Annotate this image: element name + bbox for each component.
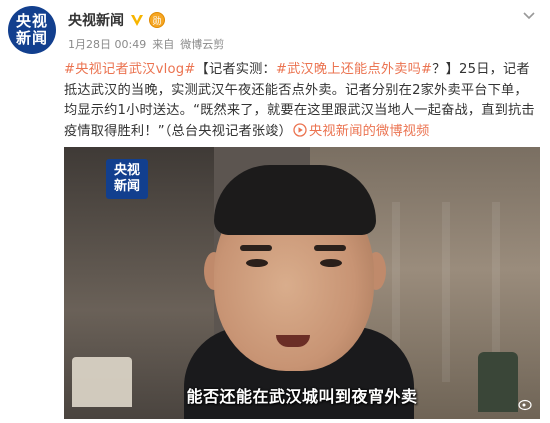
post-time[interactable]: 1月28日 00:49 [68, 38, 146, 51]
person-brow-right [314, 245, 346, 251]
bracket-close: ？】 [432, 62, 460, 77]
video-logo-line2: 新闻 [113, 179, 140, 194]
person-eye-left [246, 259, 268, 267]
video-logo: 央视 新闻 [106, 159, 148, 199]
video-player[interactable]: 央视 新闻 能否还能在武汉城叫到夜宵外卖 [64, 147, 540, 419]
account-row: 央视新闻 勋 [68, 10, 165, 30]
person-hair [214, 165, 376, 235]
hashtag-vlog[interactable]: #央视记者武汉vlog# [64, 62, 196, 77]
curtain-fold [442, 202, 450, 382]
avatar-text-line2: 新闻 [15, 29, 48, 47]
weibo-post-card: 央视 新闻 央视新闻 勋 1月28日 00:49 来自 微博云剪 #央视记者武汉vl… [0, 0, 550, 423]
play-circle-icon [293, 122, 307, 137]
weibo-watermark-icon [518, 397, 532, 411]
chevron-down-icon[interactable] [522, 10, 536, 22]
person-brow-left [240, 245, 272, 251]
account-name[interactable]: 央视新闻 [68, 10, 124, 30]
post-meta: 1月28日 00:49 来自 微博云剪 [68, 36, 230, 52]
bracket-open: 【 [195, 62, 209, 77]
video-link[interactable]: 央视新闻的微博视频 [292, 122, 430, 139]
person-eye-right [320, 259, 342, 267]
avatar-text-line1: 央视 [15, 12, 48, 30]
video-subtitle: 能否还能在武汉城叫到夜宵外卖 [186, 387, 418, 406]
hashtag-takeout[interactable]: #武汉晚上还能点外卖吗# [276, 62, 432, 77]
intro-label: 记者实测： [208, 62, 276, 77]
avatar[interactable]: 央视 新闻 [8, 6, 56, 54]
video-logo-line1: 央视 [113, 163, 140, 178]
medal-icon[interactable]: 勋 [149, 12, 165, 28]
verified-icon [129, 12, 145, 28]
source-prefix: 来自 [152, 38, 175, 51]
post-text: #央视记者武汉vlog#【记者实测：#武汉晚上还能点外卖吗#？】25日，记者抵达… [64, 60, 540, 142]
post-source[interactable]: 微博云剪 [180, 38, 224, 51]
video-link-label[interactable]: 央视新闻的微博视频 [309, 124, 430, 139]
